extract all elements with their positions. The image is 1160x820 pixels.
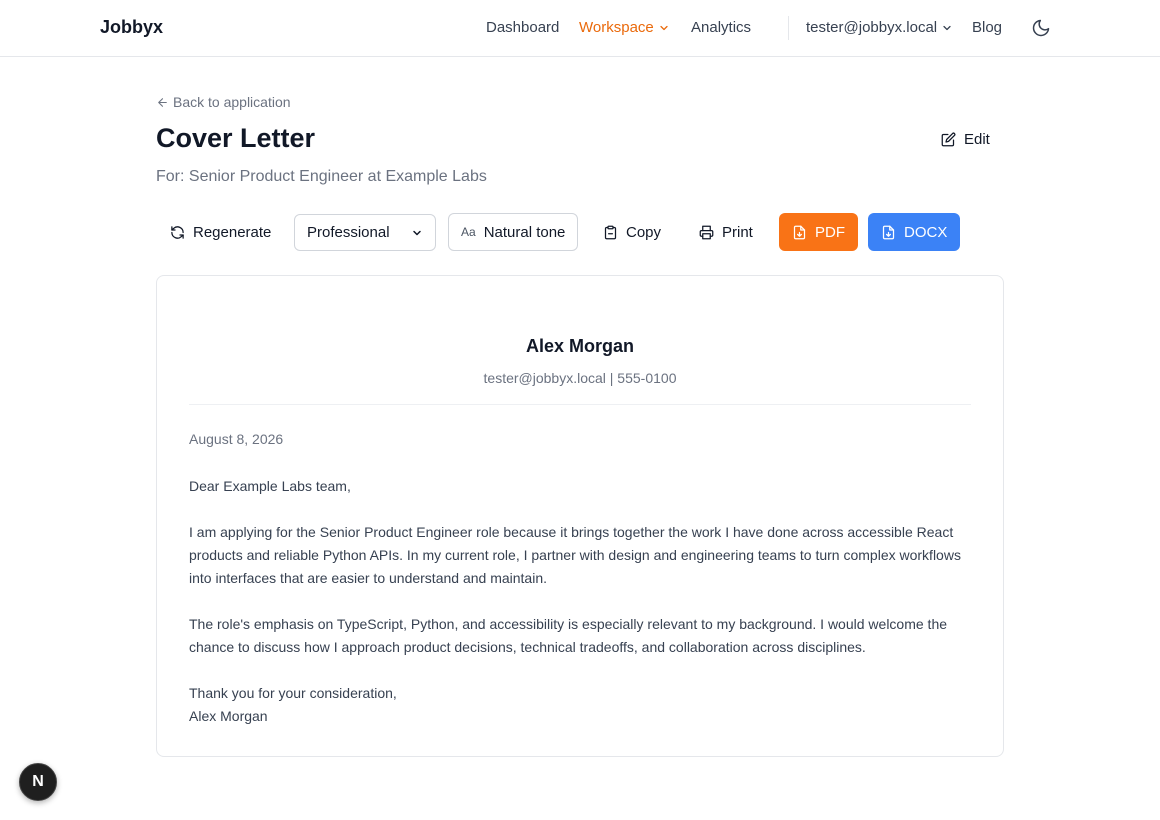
- regenerate-button[interactable]: Regenerate: [158, 213, 283, 251]
- letter-paragraph: The role's emphasis on TypeScript, Pytho…: [189, 616, 948, 655]
- arrow-left-icon: [158, 97, 167, 107]
- brand-logo[interactable]: Jobbyx: [100, 17, 163, 38]
- file-download-icon: [793, 225, 806, 239]
- copy-button[interactable]: Copy: [591, 213, 673, 251]
- back-link[interactable]: Back to application: [156, 94, 291, 110]
- letter-divider: [189, 404, 971, 405]
- tone-select-value: Professional: [307, 224, 390, 241]
- dev-tools-badge[interactable]: N: [19, 763, 57, 801]
- letter-contact: tester@jobbyx.local | 555-0100: [483, 370, 677, 386]
- nav-workspace[interactable]: Workspace: [579, 19, 670, 36]
- printer-icon: [699, 225, 714, 239]
- nav-blog-label: Blog: [972, 19, 1003, 36]
- page-title: Cover Letter: [156, 123, 316, 153]
- nav-divider: [788, 16, 789, 40]
- edit-button-label: Edit: [964, 130, 990, 148]
- letter-card: Alex Morgan tester@jobbyx.local | 555-01…: [156, 275, 1004, 757]
- moon-icon[interactable]: [1031, 18, 1051, 38]
- letter-closing: Thank you for your consideration, Alex M…: [189, 682, 979, 728]
- letter-body: Dear Example Labs team, I am applying fo…: [189, 475, 979, 728]
- refresh-icon: [171, 225, 184, 239]
- nav-analytics[interactable]: Analytics: [691, 19, 751, 36]
- file-download-icon: [882, 225, 895, 239]
- nav-dashboard-label: Dashboard: [486, 19, 560, 36]
- nav-analytics-label: Analytics: [691, 19, 752, 36]
- pdf-button[interactable]: PDF: [779, 213, 858, 251]
- print-label: Print: [722, 223, 753, 241]
- back-link-label: Back to application: [173, 94, 291, 110]
- nav-workspace-label: Workspace: [579, 19, 654, 36]
- tone-select[interactable]: Professional: [294, 214, 436, 251]
- clipboard-icon: [604, 225, 617, 239]
- nav-blog[interactable]: Blog: [972, 19, 1002, 36]
- docx-label: DOCX: [904, 223, 948, 241]
- docx-button[interactable]: DOCX: [868, 213, 961, 251]
- chevron-down-icon: [943, 25, 951, 30]
- chevron-down-icon: [660, 25, 668, 30]
- user-menu[interactable]: tester@jobbyx.local: [806, 19, 953, 36]
- edit-icon: [941, 132, 956, 146]
- letter-closing-line: Thank you for your consideration,: [189, 685, 397, 701]
- natural-tone-button[interactable]: Aa Natural tone: [448, 213, 579, 251]
- letter-paragraph: I am applying for the Senior Product Eng…: [189, 524, 961, 586]
- natural-tone-label: Natural tone: [483, 223, 566, 241]
- print-button[interactable]: Print: [687, 213, 765, 251]
- font-size-icon: Aa: [461, 225, 476, 239]
- chevron-down-icon: [413, 230, 421, 235]
- pdf-label: PDF: [815, 223, 845, 241]
- letter-greeting: Dear Example Labs team,: [189, 478, 351, 494]
- user-email: tester@jobbyx.local: [806, 19, 938, 36]
- nav-dashboard[interactable]: Dashboard: [486, 19, 559, 36]
- copy-label: Copy: [626, 223, 662, 241]
- regenerate-label: Regenerate: [193, 223, 272, 241]
- letter-date: August 8, 2026: [189, 431, 284, 447]
- page-subtitle: For: Senior Product Engineer at Example …: [156, 168, 487, 185]
- letter-signature: Alex Morgan: [189, 708, 268, 724]
- top-nav: Jobbyx Dashboard Workspace Analytics tes…: [0, 0, 1160, 57]
- letter-sender-name: Alex Morgan: [525, 336, 635, 356]
- edit-button[interactable]: Edit: [941, 128, 990, 150]
